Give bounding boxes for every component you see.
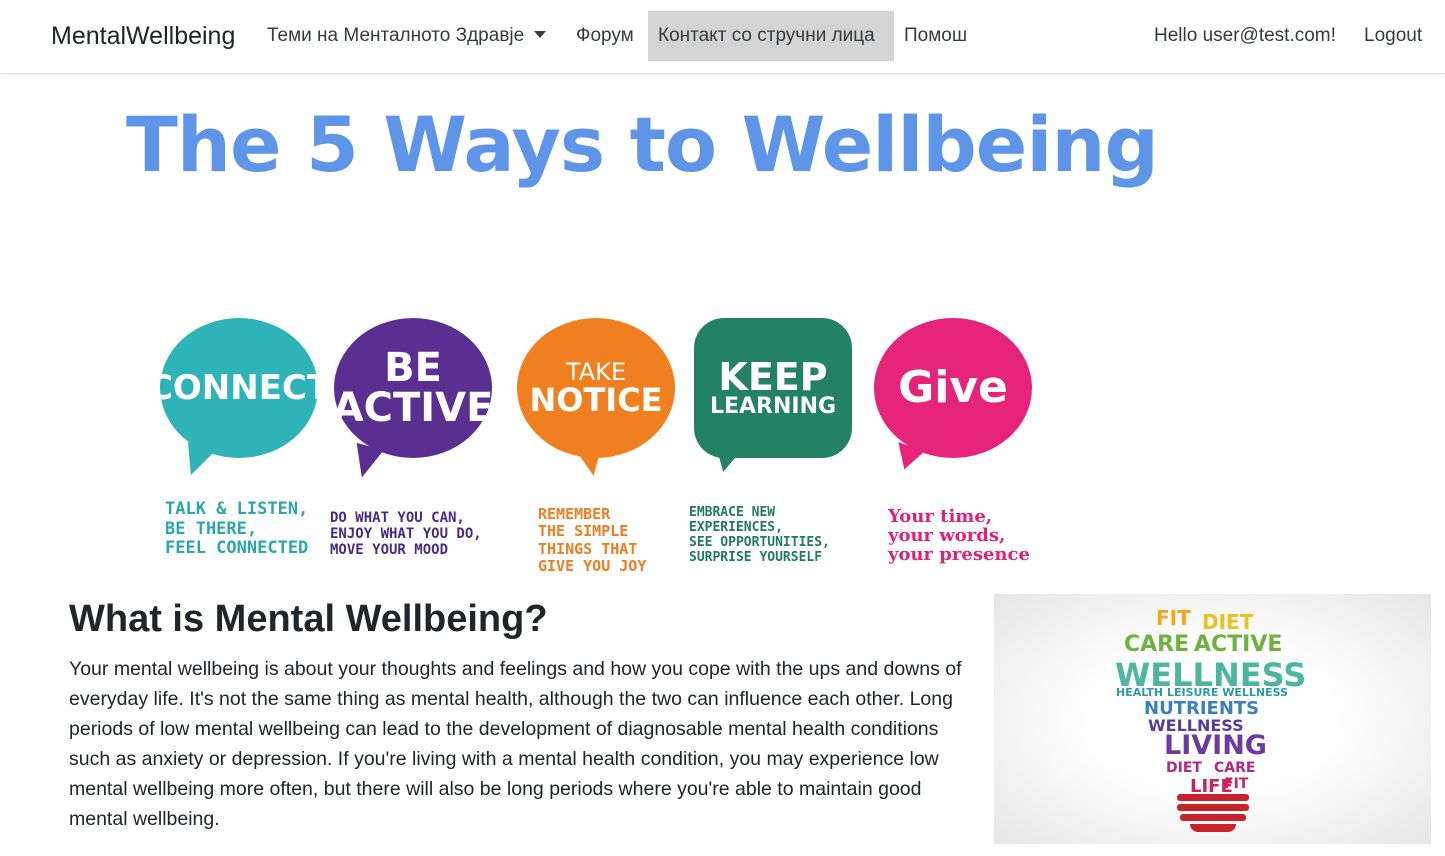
way-title: CONNECT xyxy=(147,368,331,408)
way-title: BE xyxy=(384,345,442,391)
way-title: Give xyxy=(898,362,1008,413)
nav-item-mental-health-topics[interactable]: Теми на Менталното Здравје xyxy=(257,11,556,61)
article-title: What is Mental Wellbeing? xyxy=(69,598,548,640)
way-give-description: Your time, your words, your presence xyxy=(888,506,1030,565)
word: CARE xyxy=(1124,632,1190,657)
nav-item-forum[interactable]: Форум xyxy=(566,11,644,61)
way-title: ACTIVE xyxy=(332,385,494,431)
way-take-notice-bubble: TAKE NOTICE xyxy=(517,318,677,479)
nav-item-contact-experts[interactable]: Контакт со стручни лица xyxy=(648,11,894,61)
wellness-lightbulb-image: FIT DIET CARE ACTIVE WELLNESS HEALTH LEI… xyxy=(994,594,1431,844)
nav-item-help[interactable]: Помош xyxy=(894,11,977,61)
word: LIVING xyxy=(1164,730,1267,761)
way-title: LEARNING xyxy=(709,394,837,419)
top-navbar: MentalWellbeing Теми на Менталното Здрав… xyxy=(0,0,1445,74)
way-be-active-description: Do what you can, enjoy what you do, move… xyxy=(330,510,482,559)
nav-item-label: Теми на Менталното Здравје xyxy=(267,25,525,46)
hero-title: The 5 Ways to Wellbeing xyxy=(126,100,1159,189)
brand-link[interactable]: MentalWellbeing xyxy=(51,22,235,51)
word: DIET xyxy=(1202,610,1254,634)
way-connect-bubble: CONNECT xyxy=(148,318,330,480)
bulb-base-stripe xyxy=(1180,814,1246,821)
word: DIET xyxy=(1166,760,1202,776)
way-title: NOTICE xyxy=(529,381,663,419)
word: FIT xyxy=(1156,606,1191,630)
way-title: KEEP xyxy=(718,355,828,399)
word: FIT xyxy=(1224,776,1249,792)
chevron-down-icon xyxy=(534,31,547,38)
way-connect-description: Talk & listen, be there, feel connected xyxy=(165,499,309,559)
logout-link[interactable]: Logout xyxy=(1354,11,1432,61)
way-be-active-bubble: BE ACTIVE xyxy=(332,318,494,482)
way-give-bubble: Give xyxy=(874,318,1034,478)
bulb-base-stripe xyxy=(1177,794,1249,801)
user-greeting: Hello user@test.com! xyxy=(1154,25,1336,46)
bulb-base-stripe xyxy=(1177,804,1249,811)
word: ACTIVE xyxy=(1194,632,1283,657)
word: CARE xyxy=(1214,760,1256,776)
bulb-base-tip xyxy=(1190,824,1236,832)
way-take-notice-description: Remember the simple things that give you… xyxy=(538,505,647,575)
way-keep-learning-bubble: KEEP LEARNING xyxy=(694,318,854,478)
article-body: Your mental wellbeing is about your thou… xyxy=(69,658,962,830)
way-keep-learning-description: Embrace new experiences, see opportuniti… xyxy=(689,505,830,565)
